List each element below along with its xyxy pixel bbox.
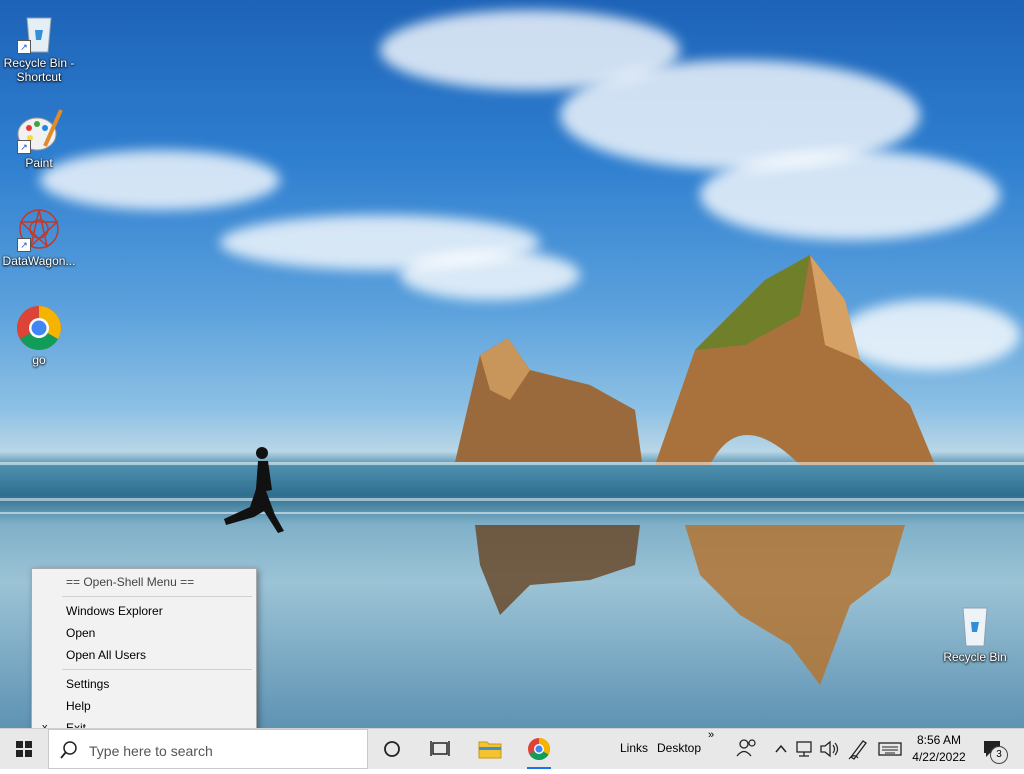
network-icon [796, 741, 812, 757]
wave [0, 498, 1024, 501]
arch-rock-reflection [685, 525, 905, 685]
system-clock[interactable]: 8:56 AM 4/22/2022 [908, 732, 970, 766]
rock-reflection [475, 525, 640, 615]
menu-item-open[interactable]: Open [32, 622, 256, 644]
people-button[interactable] [734, 729, 760, 769]
touch-keyboard-button[interactable] [876, 729, 904, 769]
show-hidden-icons-button[interactable] [772, 729, 790, 769]
recycle-bin-icon: ↗ [15, 8, 63, 54]
speaker-icon [820, 740, 839, 758]
clock-time: 8:56 AM [916, 733, 962, 747]
chevron-up-icon [775, 744, 787, 753]
menu-separator [62, 596, 252, 597]
notification-count-badge: 3 [990, 746, 1008, 764]
desktop-toolbar[interactable]: Desktop [657, 741, 701, 755]
action-center-button[interactable]: 3 [976, 729, 1016, 769]
shortcut-arrow-icon: ↗ [17, 40, 31, 54]
menu-item-windows-explorer[interactable]: Windows Explorer [32, 600, 256, 622]
paint-icon: ↗ [15, 108, 63, 154]
chrome-icon [15, 305, 63, 351]
search-icon [60, 741, 77, 759]
start-button[interactable] [0, 729, 48, 769]
menu-separator [62, 669, 252, 670]
desktop-icon-recycle-bin-shortcut[interactable]: ↗ Recycle Bin - Shortcut [0, 8, 78, 84]
menu-title: == Open-Shell Menu == [66, 575, 195, 589]
menu-item-settings[interactable]: Settings [32, 673, 256, 695]
shortcut-arrow-icon: ↗ [17, 238, 31, 252]
toolbar-overflow-chevron[interactable]: » [708, 729, 714, 741]
people-icon [736, 739, 756, 757]
taskbar: Links Desktop » [0, 728, 1024, 769]
desktop-icon-label: Recycle Bin - Shortcut [3, 56, 75, 84]
cloud [700, 150, 1000, 240]
clock-date: 4/22/2022 [912, 750, 966, 764]
desktop-icon-go[interactable]: go [0, 305, 78, 367]
taskbar-search-box[interactable] [48, 729, 368, 769]
desktop-icon-paint[interactable]: ↗ Paint [0, 108, 78, 170]
network-button[interactable] [794, 729, 816, 769]
open-shell-context-menu: == Open-Shell Menu == Windows Explorer O… [31, 568, 257, 744]
menu-item-help[interactable]: Help [32, 695, 256, 717]
desktop-icon-label: DataWagon... [2, 254, 76, 268]
recycle-bin-icon [951, 602, 999, 648]
task-view-icon [430, 741, 450, 756]
desktop-icon-label: Recycle Bin [943, 650, 1007, 664]
pen-icon [848, 740, 867, 760]
arch-rock [655, 255, 935, 465]
keyboard-icon [878, 742, 902, 756]
cloud [400, 250, 580, 300]
links-toolbar[interactable]: Links [620, 741, 648, 755]
wave [0, 512, 1024, 514]
desktop-icon-recycle-bin[interactable]: Recycle Bin [936, 602, 1014, 664]
menu-item-open-all-users[interactable]: Open All Users [32, 644, 256, 666]
desktop-icon-label: Paint [25, 156, 53, 170]
chrome-icon [528, 738, 550, 760]
chrome-taskbar-button[interactable] [519, 729, 559, 769]
active-indicator [527, 767, 551, 769]
small-rock [455, 338, 642, 462]
shortcut-arrow-icon: ↗ [17, 140, 31, 154]
folder-icon [478, 741, 502, 759]
desktop-icon-datawagon[interactable]: ↗ DataWagon... [0, 206, 78, 268]
task-view-button[interactable] [420, 729, 460, 769]
runner-silhouette [224, 447, 284, 533]
cortana-circle-icon [384, 741, 400, 757]
file-explorer-button[interactable] [470, 729, 510, 769]
volume-button[interactable] [818, 729, 842, 769]
pen-workspace-button[interactable] [846, 729, 870, 769]
wave [0, 462, 1024, 465]
windows-logo-icon [16, 741, 32, 757]
desktop-icon-label: go [32, 353, 46, 367]
datawagon-icon: ↗ [15, 206, 63, 252]
search-input[interactable] [87, 740, 361, 762]
cortana-button[interactable] [372, 729, 412, 769]
